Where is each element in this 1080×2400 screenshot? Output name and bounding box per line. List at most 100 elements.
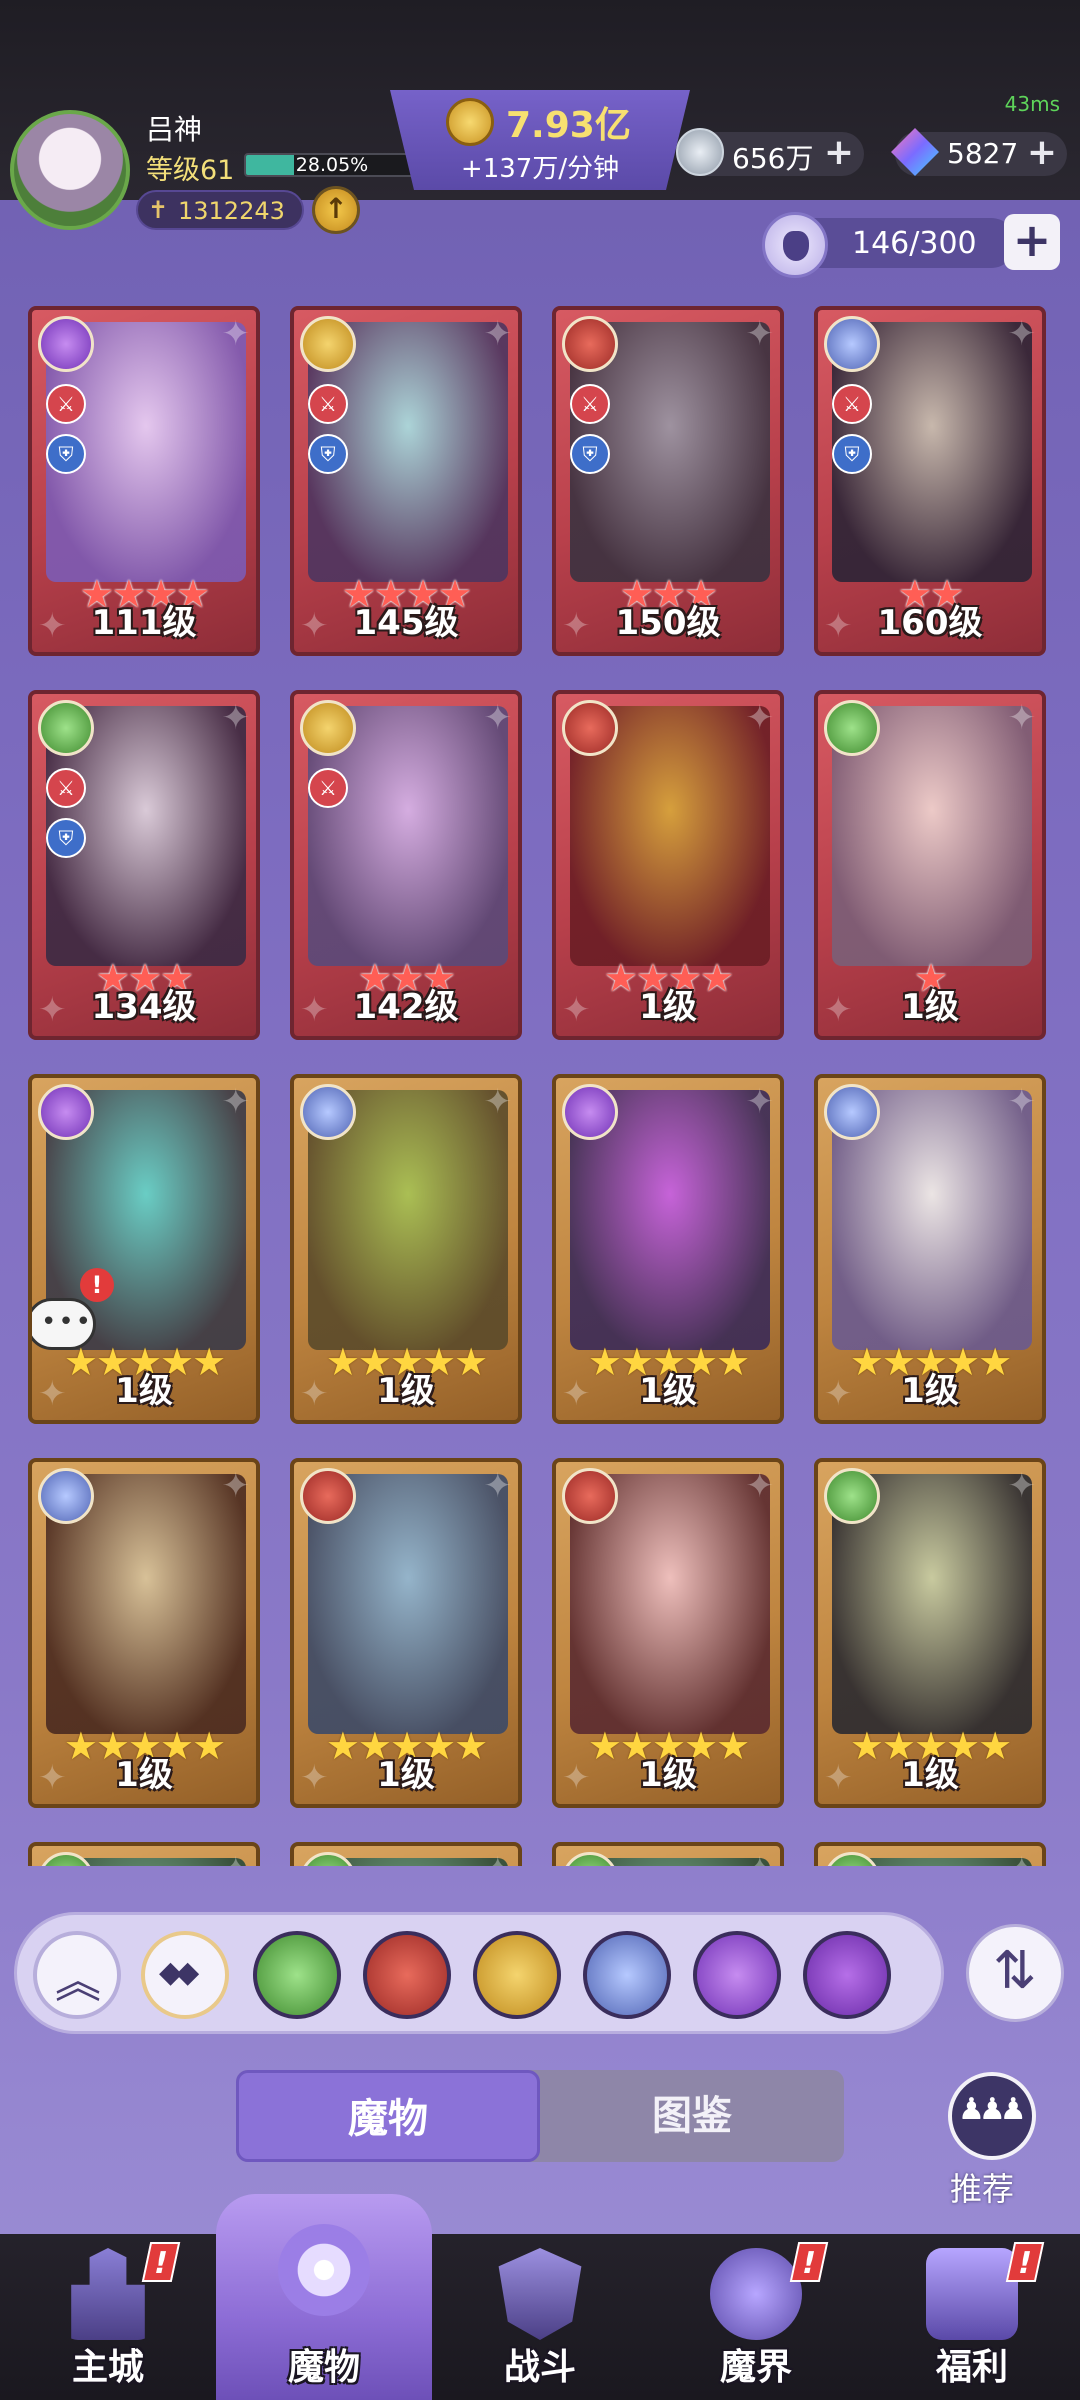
gold-rate: +137万/分钟: [460, 154, 620, 184]
collapse-filter-button[interactable]: [33, 1931, 121, 2019]
alert-icon: !: [80, 1268, 114, 1302]
add-crystal-button[interactable]: +: [1027, 132, 1057, 173]
green-faction-icon: [38, 1852, 94, 1866]
corner-star-icon: ✦: [483, 1466, 513, 1506]
defense-badge-icon: ⛨: [46, 818, 86, 858]
purple-faction-icon: [562, 1084, 618, 1140]
capacity-text: 146/300: [852, 226, 977, 261]
monster-capacity: 146/300: [762, 212, 1016, 278]
monster-card[interactable]: ✦ ✦ ⚔ ⛨ ★★★ 150级: [552, 306, 784, 656]
monster-card[interactable]: ✦ ✦ ⚔ ★★★ 142级: [290, 690, 522, 1040]
expand-capacity-button[interactable]: +: [1004, 214, 1060, 270]
corner-star-icon: ✦: [1007, 1082, 1037, 1122]
monster-card[interactable]: ✦ ✦ ⚔ ⛨ ★★★★ 111级: [28, 306, 260, 656]
monster-card[interactable]: ✦ ✦ ★★★★★ 1级: [552, 1074, 784, 1424]
monster-level: 134级: [91, 987, 197, 1027]
purple-flame-icon: [278, 2224, 370, 2316]
monster-card[interactable]: ✦ ✦ ★★★★★ 1级: [814, 1458, 1046, 1808]
filter-star-button[interactable]: [803, 1931, 891, 2019]
red-faction-icon: [562, 1468, 618, 1524]
sword-icon: ✝: [148, 196, 169, 224]
monster-card[interactable]: ✦ ✦ ★★★★★ 1级: [814, 1074, 1046, 1424]
red-faction-icon: [562, 316, 618, 372]
silver-coin-icon: [676, 128, 724, 176]
monster-card[interactable]: ✦✦: [814, 1842, 1046, 1866]
nav-monsters[interactable]: 魔物: [216, 2194, 432, 2400]
monster-card[interactable]: ✦ ✦ ⚔ ⛨ ★★★ 134级: [28, 690, 260, 1040]
bottom-navigation: ! 主城 魔物 战斗 ! 魔界 ! 福利: [0, 2194, 1080, 2400]
filter-time-button[interactable]: [473, 1931, 561, 2019]
monster-card[interactable]: ✦ ✦ ★★★★★ 1级: [28, 1458, 260, 1808]
monster-card[interactable]: ✦✦: [290, 1842, 522, 1866]
filter-eye-button[interactable]: [693, 1931, 781, 2019]
attack-badge-icon: ⚔: [570, 384, 610, 424]
corner-star-icon: ✦: [221, 314, 251, 354]
monster-level: 145级: [353, 603, 459, 643]
monster-level: 142级: [353, 987, 459, 1027]
alert-icon: !: [789, 2242, 829, 2282]
nav-main-city[interactable]: ! 主城: [0, 2234, 216, 2400]
defense-badge-icon: ⛨: [832, 434, 872, 474]
corner-star-icon: ✦: [746, 1850, 775, 1866]
monster-level: 1级: [639, 1371, 697, 1411]
corner-star-icon: ✦: [745, 314, 775, 354]
recommend-team-icon[interactable]: [948, 2072, 1036, 2160]
monster-card[interactable]: ✦ ✦ ⚔ ⛨ ★★★★ 145级: [290, 306, 522, 656]
corner-star-icon: ✦: [1007, 698, 1037, 738]
green-faction-icon: [824, 1852, 880, 1866]
monster-card[interactable]: ✦ ✦ ★★★★★ 1级: [290, 1458, 522, 1808]
green-faction-icon: [824, 700, 880, 756]
nav-label: 战斗: [503, 2347, 576, 2388]
monster-card[interactable]: ✦✦!★★★★★1级: [28, 1074, 260, 1424]
treasure-chest-icon: [926, 2248, 1018, 2340]
attack-badge-icon: ⚔: [832, 384, 872, 424]
nav-label: 魔界: [719, 2347, 792, 2388]
corner-star-icon: ✦: [222, 1850, 251, 1866]
monster-card[interactable]: ✦ ✦ ★★★★ 1级: [552, 690, 784, 1040]
sort-button[interactable]: [966, 1924, 1064, 2022]
monster-card[interactable]: ✦ ✦ ★★★★★ 1级: [552, 1458, 784, 1808]
nav-welfare[interactable]: ! 福利: [864, 2234, 1080, 2400]
blue-faction-icon: [300, 1084, 356, 1140]
combat-power-value: 1312243: [178, 197, 285, 225]
power-up-button[interactable]: ↑: [312, 186, 360, 234]
monster-card[interactable]: ✦ ✦ ★★★★★ 1级: [290, 1074, 522, 1424]
gold-panel[interactable]: 7.93亿 +137万/分钟: [390, 90, 690, 190]
player-avatar[interactable]: [10, 110, 130, 230]
add-silver-button[interactable]: +: [824, 132, 854, 173]
tab-monsters[interactable]: 魔物: [236, 2070, 540, 2162]
attack-badge-icon: ⚔: [308, 768, 348, 808]
gold-value: 7.93亿: [506, 105, 631, 146]
monster-card[interactable]: ✦ ✦ ⚔ ⛨ ★★ 160级: [814, 306, 1046, 656]
view-tabs: 魔物 图鉴: [236, 2070, 844, 2162]
nav-demon-realm[interactable]: ! 魔界: [648, 2234, 864, 2400]
silver-currency: 656万 +: [676, 128, 864, 176]
xp-progress-bar: 28.05%: [244, 153, 420, 177]
filter-nature-button[interactable]: [253, 1931, 341, 2019]
red-faction-icon: [562, 700, 618, 756]
green-faction-icon: [38, 700, 94, 756]
tab-codex[interactable]: 图鉴: [540, 2070, 844, 2162]
monster-card[interactable]: ✦ ✦ ★ 1级: [814, 690, 1046, 1040]
filter-all-button[interactable]: [141, 1931, 229, 2019]
monster-card[interactable]: ✦✦: [552, 1842, 784, 1866]
corner-star-icon: ✦: [1008, 1850, 1037, 1866]
monster-card-grid: ✦ ✦ ⚔ ⛨ ★★★★ 111级 ✦ ✦ ⚔ ⛨ ★★★★ 145级 ✦ ✦ ⚔ ⛨ ★★★ 150级 ✦ ✦ ⚔ ⛨ ★…: [28, 306, 1052, 1866]
blue-faction-icon: [38, 1468, 94, 1524]
green-faction-icon: [300, 1852, 356, 1866]
filter-demon-button[interactable]: [363, 1931, 451, 2019]
corner-star-icon: ✦: [745, 698, 775, 738]
monster-card[interactable]: ✦✦: [28, 1842, 260, 1866]
player-level: 等级61: [146, 155, 235, 186]
nav-label: 魔物: [287, 2347, 360, 2388]
monster-level: 1级: [639, 1755, 697, 1795]
gold-coin-icon: [446, 98, 494, 146]
silver-value: 656万: [732, 142, 814, 175]
corner-star-icon: ✦: [483, 314, 513, 354]
recommend-label[interactable]: 推荐: [950, 2164, 1014, 2210]
corner-star-icon: ✦: [484, 1850, 513, 1866]
filter-dragon-button[interactable]: [583, 1931, 671, 2019]
nav-battle[interactable]: 战斗: [432, 2234, 648, 2400]
monster-level: 1级: [377, 1755, 435, 1795]
monster-level: 111级: [91, 603, 197, 643]
